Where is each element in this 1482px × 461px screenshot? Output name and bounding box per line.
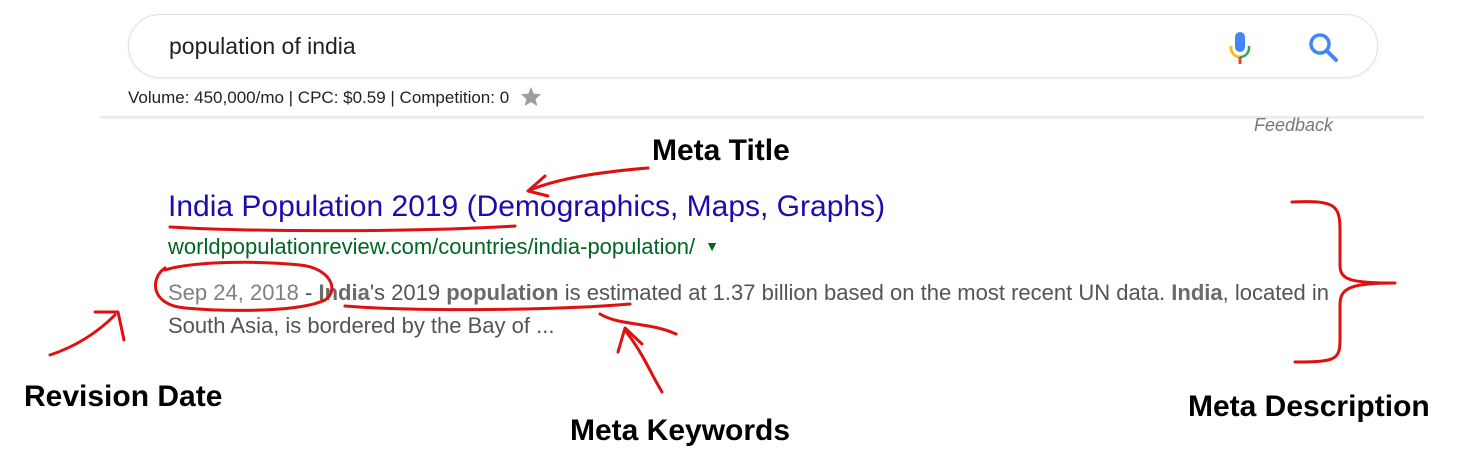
result-title-link[interactable]: India Population 2019 (Demographics, Map… (168, 190, 885, 224)
search-input[interactable] (169, 29, 1169, 63)
meta-keywords-label: Meta Keywords (570, 414, 791, 447)
feedback-link[interactable]: Feedback (1254, 115, 1333, 136)
meta-title-arrow (528, 166, 650, 192)
snippet-separator: - (298, 280, 319, 305)
result-url: worldpopulationreview.com/countries/indi… (168, 234, 696, 259)
revision-date-arrowhead (93, 310, 126, 342)
star-icon[interactable] (520, 86, 542, 106)
snippet-keyword: population (446, 280, 559, 305)
keyword-stats-text: Volume: 450,000/mo | CPC: $0.59 | Compet… (128, 88, 510, 107)
results-divider (100, 116, 1424, 119)
search-bar (128, 14, 1378, 78)
mic-icon[interactable] (1227, 30, 1253, 66)
revision-date-arrow (48, 313, 117, 357)
caret-down-icon[interactable]: ▼ (705, 238, 719, 254)
search-icon[interactable] (1307, 31, 1339, 63)
result-date: Sep 24, 2018 (168, 280, 299, 305)
snippet-text: 's 2019 (369, 280, 447, 305)
result-snippet: Sep 24, 2018 - India's 2019 population i… (168, 276, 1348, 342)
snippet-text: is estimated at 1.37 billion based on th… (558, 280, 1172, 305)
title-underline (168, 224, 517, 233)
keyword-stats: Volume: 450,000/mo | CPC: $0.59 | Compet… (128, 86, 542, 108)
snippet-keyword: India (1171, 280, 1223, 305)
result-url-row: worldpopulationreview.com/countries/indi… (168, 234, 719, 260)
snippet-keyword: India (318, 280, 370, 305)
meta-description-label: Meta Description (1188, 390, 1430, 423)
meta-title-label: Meta Title (652, 134, 790, 167)
revision-date-label: Revision Date (24, 380, 223, 413)
